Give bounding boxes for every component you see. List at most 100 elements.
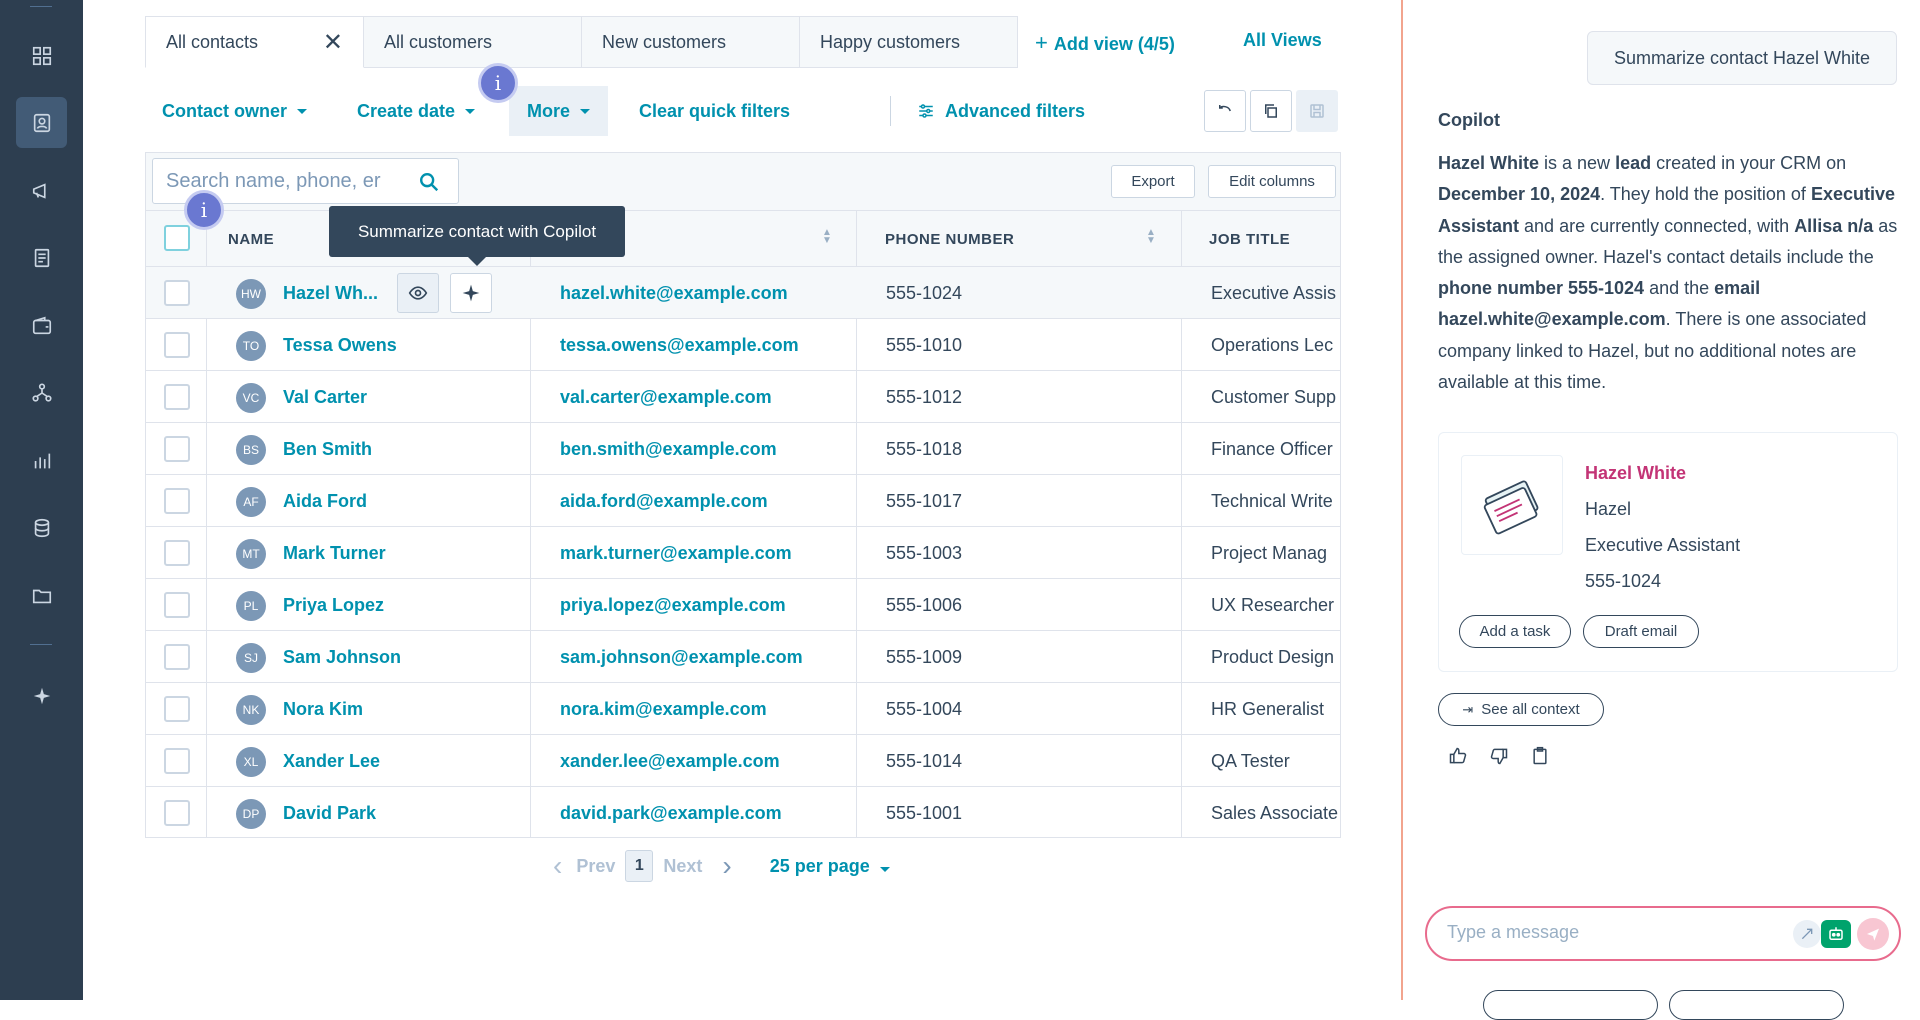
advanced-filters-button[interactable]: Advanced filters bbox=[917, 86, 1085, 136]
table-row[interactable]: MT Mark Turner mark.turner@example.com 555-… bbox=[146, 527, 1340, 579]
add-task-button[interactable]: Add a task bbox=[1459, 615, 1571, 648]
prev-button[interactable]: Prev bbox=[576, 856, 615, 877]
export-button[interactable]: Export bbox=[1111, 165, 1195, 198]
table-row[interactable]: BS Ben Smith ben.smith@example.com 555-1018… bbox=[146, 423, 1340, 475]
contacts-icon[interactable] bbox=[16, 97, 67, 148]
row-checkbox[interactable] bbox=[164, 488, 190, 514]
clipboard-icon[interactable] bbox=[1530, 746, 1550, 771]
select-all-checkbox[interactable] bbox=[164, 225, 190, 251]
contact-owner-filter[interactable]: Contact owner bbox=[162, 86, 308, 136]
grid-icon[interactable] bbox=[16, 30, 67, 81]
contact-email-link[interactable]: sam.johnson@example.com bbox=[560, 631, 803, 683]
contact-name-link[interactable]: Hazel Wh... bbox=[283, 267, 378, 319]
column-header-name[interactable]: NAME bbox=[228, 211, 274, 267]
sort-icon[interactable]: ▲ ▼ bbox=[822, 228, 832, 246]
wallet-icon[interactable] bbox=[16, 300, 67, 351]
row-checkbox[interactable] bbox=[164, 384, 190, 410]
preview-button[interactable] bbox=[397, 273, 439, 313]
next-button[interactable]: Next bbox=[663, 856, 702, 877]
row-checkbox[interactable] bbox=[164, 280, 190, 306]
thumbs-up-icon[interactable] bbox=[1448, 746, 1468, 771]
page-1-button[interactable]: 1 bbox=[625, 850, 654, 882]
contact-email-link[interactable]: ben.smith@example.com bbox=[560, 423, 777, 475]
table-row[interactable]: DP David Park david.park@example.com 555-10… bbox=[146, 787, 1340, 837]
row-checkbox[interactable] bbox=[164, 592, 190, 618]
tab-happy-customers[interactable]: Happy customers bbox=[800, 16, 1018, 68]
table-row[interactable]: NK Nora Kim nora.kim@example.com 555-1004 HR… bbox=[146, 683, 1340, 735]
contact-name-link[interactable]: Sam Johnson bbox=[283, 631, 401, 683]
row-checkbox[interactable] bbox=[164, 800, 190, 826]
database-icon[interactable] bbox=[16, 502, 67, 553]
clone-view-button[interactable] bbox=[1250, 90, 1292, 132]
message-input[interactable] bbox=[1447, 922, 1747, 943]
tab-all-contacts[interactable]: All contacts ✕ bbox=[145, 16, 364, 68]
chevron-left-icon[interactable]: ‹ bbox=[553, 850, 562, 882]
table-row[interactable]: HW Hazel Wh... hazel.white@example.com 555-… bbox=[146, 267, 1340, 319]
agent-icon[interactable] bbox=[1821, 920, 1851, 948]
contact-name-link[interactable]: Ben Smith bbox=[283, 423, 372, 475]
folder-icon[interactable] bbox=[16, 570, 67, 621]
contact-name-link[interactable]: David Park bbox=[283, 787, 376, 837]
contact-name-link[interactable]: Mark Turner bbox=[283, 527, 386, 579]
table-row[interactable]: VC Val Carter val.carter@example.com 555-10… bbox=[146, 371, 1340, 423]
suggestion-pill[interactable] bbox=[1669, 990, 1844, 1020]
contact-email-link[interactable]: tessa.owens@example.com bbox=[560, 319, 799, 371]
row-checkbox[interactable] bbox=[164, 644, 190, 670]
contact-email-link[interactable]: xander.lee@example.com bbox=[560, 735, 780, 787]
draft-email-button[interactable]: Draft email bbox=[1583, 615, 1699, 648]
document-icon[interactable] bbox=[16, 232, 67, 283]
info-badge[interactable]: i bbox=[184, 190, 224, 230]
table-row[interactable]: TO Tessa Owens tessa.owens@example.com 555-… bbox=[146, 319, 1340, 371]
contact-email-link[interactable]: priya.lopez@example.com bbox=[560, 579, 786, 631]
undo-button[interactable] bbox=[1204, 90, 1246, 132]
save-view-button[interactable] bbox=[1296, 90, 1338, 132]
close-icon[interactable]: ✕ bbox=[323, 28, 343, 57]
bar-chart-icon[interactable] bbox=[16, 435, 67, 486]
suggestion-pill[interactable] bbox=[1483, 990, 1658, 1020]
edit-columns-button[interactable]: Edit columns bbox=[1208, 165, 1336, 198]
per-page-select[interactable]: 25 per page bbox=[770, 856, 890, 877]
column-header-job-title[interactable]: JOB TITLE bbox=[1209, 211, 1290, 267]
thumbs-down-icon[interactable] bbox=[1489, 746, 1509, 771]
table-row[interactable]: AF Aida Ford aida.ford@example.com 555-1017… bbox=[146, 475, 1340, 527]
tab-new-customers[interactable]: New customers bbox=[582, 16, 800, 68]
attach-icon[interactable] bbox=[1793, 920, 1821, 948]
chevron-right-icon[interactable]: › bbox=[722, 850, 731, 882]
sort-icon[interactable]: ▲ ▼ bbox=[1146, 228, 1156, 246]
row-checkbox[interactable] bbox=[164, 332, 190, 358]
clear-quick-filters-button[interactable]: Clear quick filters bbox=[639, 86, 790, 136]
search-input[interactable] bbox=[166, 169, 401, 193]
contact-email-link[interactable]: david.park@example.com bbox=[560, 787, 782, 837]
tab-all-customers[interactable]: All customers bbox=[364, 16, 582, 68]
row-checkbox[interactable] bbox=[164, 540, 190, 566]
all-views-link[interactable]: All Views bbox=[1243, 30, 1322, 51]
megaphone-icon[interactable] bbox=[16, 165, 67, 216]
row-checkbox[interactable] bbox=[164, 436, 190, 462]
contact-name-link[interactable]: Aida Ford bbox=[283, 475, 367, 527]
contact-email-link[interactable]: mark.turner@example.com bbox=[560, 527, 792, 579]
contact-email-link[interactable]: aida.ford@example.com bbox=[560, 475, 768, 527]
table-row[interactable]: XL Xander Lee xander.lee@example.com 555-10… bbox=[146, 735, 1340, 787]
sparkle-icon[interactable] bbox=[16, 670, 67, 721]
contact-name-link[interactable]: Tessa Owens bbox=[283, 319, 397, 371]
contact-name-link[interactable]: Nora Kim bbox=[283, 683, 363, 735]
copilot-summarize-button[interactable] bbox=[450, 273, 492, 313]
search-icon[interactable] bbox=[418, 171, 440, 193]
create-date-filter[interactable]: Create date bbox=[357, 86, 476, 136]
table-row[interactable]: SJ Sam Johnson sam.johnson@example.com 555-… bbox=[146, 631, 1340, 683]
contact-email-link[interactable]: val.carter@example.com bbox=[560, 371, 772, 423]
table-row[interactable]: PL Priya Lopez priya.lopez@example.com 555-… bbox=[146, 579, 1340, 631]
contact-name-link[interactable]: Val Carter bbox=[283, 371, 367, 423]
contact-email-link[interactable]: hazel.white@example.com bbox=[560, 267, 788, 319]
send-icon[interactable] bbox=[1857, 918, 1889, 950]
more-filters-button[interactable]: More bbox=[509, 86, 609, 136]
network-icon[interactable] bbox=[16, 367, 67, 418]
contact-email-link[interactable]: nora.kim@example.com bbox=[560, 683, 767, 735]
row-checkbox[interactable] bbox=[164, 748, 190, 774]
card-contact-name[interactable]: Hazel White bbox=[1585, 463, 1686, 484]
contact-name-link[interactable]: Priya Lopez bbox=[283, 579, 384, 631]
row-checkbox[interactable] bbox=[164, 696, 190, 722]
column-header-phone[interactable]: PHONE NUMBER bbox=[885, 211, 1014, 267]
info-badge[interactable]: i bbox=[478, 63, 518, 103]
see-all-context-button[interactable]: ⇥ See all context bbox=[1438, 693, 1604, 726]
